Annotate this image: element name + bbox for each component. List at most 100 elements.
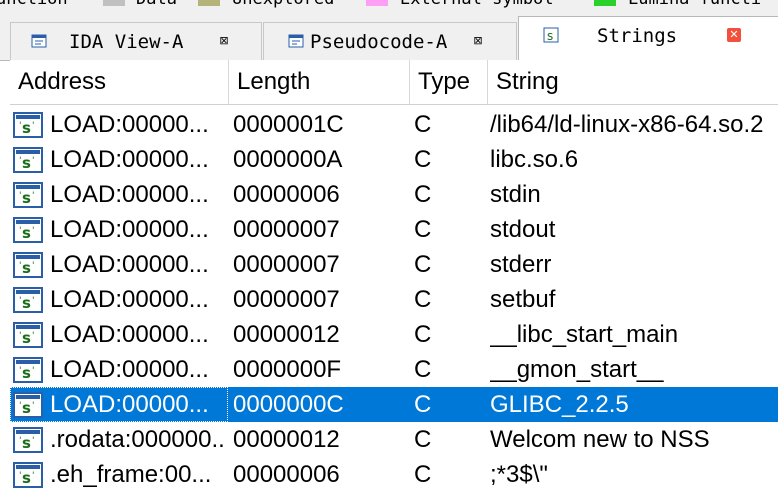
cell-type: C (414, 356, 432, 383)
pseudocode-icon (288, 32, 304, 48)
svg-text:s: s (22, 154, 31, 172)
close-icon[interactable]: ⊠ (217, 34, 231, 48)
svg-text:s: s (22, 434, 31, 452)
svg-text:': ' (32, 226, 34, 236)
svg-text:': ' (19, 261, 21, 271)
string-item-icon: s ' ' (13, 147, 43, 173)
tab-label: Strings (597, 25, 678, 47)
string-item-icon: s ' ' (13, 217, 43, 243)
cell-length: 00000006 (233, 181, 340, 208)
strings-table: Address Length Type String s ' ' LOAD:00… (10, 60, 778, 497)
cell-address: LOAD:00000... (50, 286, 209, 313)
svg-text:': ' (32, 156, 34, 166)
cell-string: __libc_start_main (490, 321, 679, 348)
cell-string: ;*3$\" (490, 461, 548, 488)
cell-address: LOAD:00000... (50, 321, 209, 348)
tab-ida-view-a[interactable]: IDA View-A ⊠ (10, 22, 262, 60)
cell-string: setbuf (490, 286, 556, 313)
svg-text:': ' (32, 191, 34, 201)
string-item-icon: s ' ' (13, 322, 43, 348)
cell-length: 0000000F (233, 356, 342, 383)
legend-item-function: unction (0, 0, 68, 10)
cell-address: LOAD:00000... (50, 356, 209, 383)
table-row[interactable]: s ' ' .eh_frame:00... 00000006 C ;*3$\" (10, 457, 778, 492)
table-row[interactable]: s ' ' LOAD:00000... 0000000F C __gmon_st… (10, 352, 778, 387)
legend-swatch-unexplored (198, 0, 220, 6)
table-row[interactable]: s ' ' LOAD:00000... 00000007 C stderr (10, 247, 778, 282)
string-item-icon: s ' ' (13, 182, 43, 208)
svg-text:': ' (19, 121, 21, 131)
string-item-icon: s ' ' (13, 357, 43, 383)
cell-type: C (414, 391, 432, 418)
cell-address: LOAD:00000... (50, 216, 209, 243)
cell-length: 00000007 (233, 216, 340, 243)
cell-string: stderr (490, 251, 552, 278)
string-item-icon: s ' ' (13, 252, 43, 278)
svg-text:': ' (19, 366, 21, 376)
svg-text:': ' (32, 121, 34, 131)
cell-length: 0000000A (233, 146, 343, 173)
tab-label: IDA View-A (69, 31, 184, 53)
legend-item-lumina: Lumina functi (628, 0, 761, 10)
close-icon[interactable]: ⊠ (471, 34, 485, 48)
svg-text:': ' (32, 436, 34, 446)
svg-text:': ' (19, 226, 21, 236)
table-row[interactable]: s ' ' .rodata:000000... 00000012 C Welco… (10, 422, 778, 457)
cell-address: LOAD:00000... (50, 146, 209, 173)
table-row[interactable]: s ' ' LOAD:00000... 0000001C C /lib64/ld… (10, 107, 778, 142)
cell-string: Welcom new to NSS (490, 426, 710, 453)
svg-text:s: s (22, 329, 31, 347)
svg-text:': ' (19, 331, 21, 341)
cell-address: .eh_frame:00... (50, 461, 212, 488)
legend-item-data: Data (136, 0, 177, 10)
table-row[interactable]: s ' ' LOAD:00000... 00000006 C stdin (10, 177, 778, 212)
svg-text:s: s (22, 364, 31, 382)
table-row[interactable]: s ' ' LOAD:00000... 00000012 C __libc_st… (10, 317, 778, 352)
tab-strings[interactable]: s Strings ✕ (518, 16, 778, 61)
cell-string: libc.so.6 (490, 146, 579, 173)
cell-string: stdout (490, 216, 556, 243)
legend-item-unexplored: Unexplored (232, 0, 334, 10)
column-header-address[interactable]: Address (10, 60, 229, 104)
svg-text:': ' (32, 471, 34, 481)
table-row[interactable]: s ' ' LOAD:00000... 0000000A C libc.so.6 (10, 142, 778, 177)
table-row[interactable]: s ' ' LOAD:00000... 00000007 C setbuf (10, 282, 778, 317)
table-header: Address Length Type String (10, 60, 778, 105)
svg-text:': ' (32, 296, 34, 306)
cell-string: __gmon_start__ (490, 356, 664, 383)
cell-type: C (414, 286, 432, 313)
cell-string: GLIBC_2.2.5 (490, 391, 629, 418)
legend-item-external: External symbol (400, 0, 554, 10)
cell-type: C (414, 181, 432, 208)
string-item-icon: s ' ' (13, 427, 43, 453)
string-item-icon: s ' ' (13, 112, 43, 138)
svg-text:': ' (32, 261, 34, 271)
tab-pseudocode-a[interactable]: Pseudocode-A ⊠ (263, 22, 517, 60)
column-header-length[interactable]: Length (229, 60, 410, 104)
svg-text:s: s (22, 189, 31, 207)
svg-text:s: s (22, 224, 31, 242)
string-item-icon: s ' ' (13, 287, 43, 313)
cell-type: C (414, 321, 432, 348)
cell-length: 00000012 (233, 321, 340, 348)
cell-type: C (414, 111, 432, 138)
svg-text:': ' (32, 331, 34, 341)
svg-text:': ' (19, 296, 21, 306)
cell-address: .rodata:000000... (50, 426, 226, 453)
cell-length: 00000007 (233, 251, 340, 278)
svg-text:': ' (19, 471, 21, 481)
column-header-type[interactable]: Type (410, 60, 488, 104)
legend-swatch-data (103, 0, 125, 6)
cell-type: C (414, 216, 432, 243)
cell-type: C (414, 146, 432, 173)
cell-length: 0000001C (233, 111, 344, 138)
svg-text:s: s (22, 119, 31, 137)
close-icon[interactable]: ✕ (727, 28, 741, 42)
column-header-string[interactable]: String (488, 60, 778, 104)
legend-swatch-external (366, 0, 388, 6)
svg-text:s: s (22, 294, 31, 312)
table-row[interactable]: s ' ' LOAD:00000... 00000007 C stdout (10, 212, 778, 247)
cell-type: C (414, 461, 432, 488)
cell-address: LOAD:00000... (50, 251, 209, 278)
table-row[interactable]: s ' ' LOAD:00000... 0000000C C GLIBC_2.2… (10, 387, 778, 422)
